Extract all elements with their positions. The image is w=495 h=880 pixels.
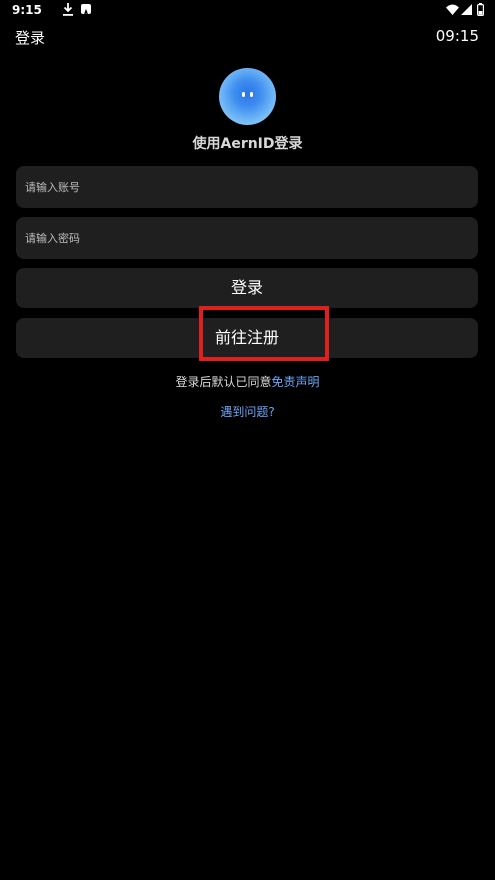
disclaimer-text: 登录后默认已同意	[175, 375, 272, 389]
a-icon	[81, 4, 91, 18]
login-button[interactable]: 登录	[16, 268, 478, 308]
disclaimer: 登录后默认已同意免责声明	[0, 373, 495, 390]
login-heading: 使用AernID登录	[192, 136, 303, 152]
password-field[interactable]	[16, 217, 478, 259]
status-time: 9:15	[12, 3, 42, 17]
account-input[interactable]	[16, 166, 478, 208]
account-field[interactable]	[16, 166, 478, 208]
wifi-icon	[446, 4, 459, 15]
battery-icon	[477, 3, 484, 16]
password-input[interactable]	[16, 217, 478, 259]
logo-eye-left	[242, 92, 245, 97]
clock-label: 09:15	[435, 27, 479, 45]
help-link[interactable]: 遇到问题?	[0, 403, 495, 420]
aern-logo-icon	[219, 68, 276, 125]
app-bar: 登录 09:15	[0, 22, 495, 52]
highlight-box	[199, 306, 329, 361]
signal-icon	[461, 4, 472, 15]
disclaimer-link[interactable]: 免责声明	[272, 375, 320, 389]
status-bar: 9:15	[0, 0, 495, 20]
logo-eye-right	[250, 92, 253, 97]
page-title: 登录	[15, 29, 46, 47]
download-icon	[63, 3, 73, 16]
